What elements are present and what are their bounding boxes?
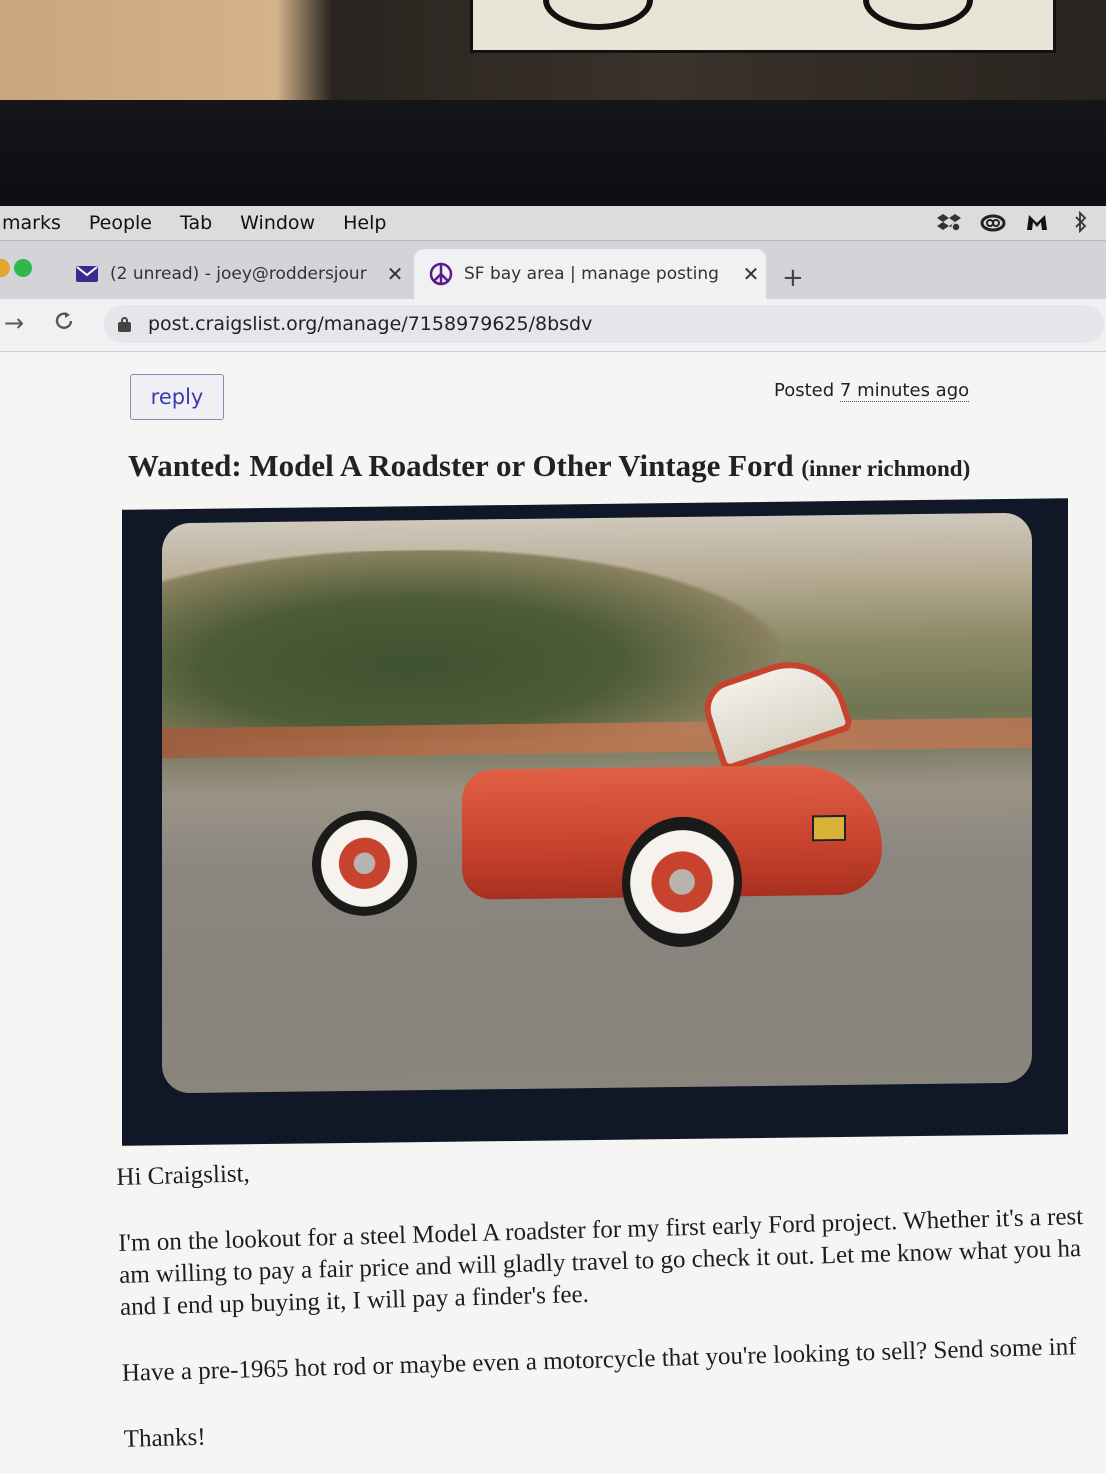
close-tab-icon[interactable]: ✕ xyxy=(736,262,766,286)
body-closing: Thanks! xyxy=(123,1423,207,1453)
tab-craigslist-title: SF bay area | manage posting xyxy=(464,264,719,284)
tab-mail-title: (2 unread) - joey@roddersjour xyxy=(110,264,367,284)
posted-prefix: Posted xyxy=(774,380,835,401)
posting-body: Hi Craigslist, I'm on the lookout for a … xyxy=(116,1134,1106,1474)
menu-people[interactable]: People xyxy=(75,212,166,234)
tab-craigslist[interactable]: SF bay area | manage posting ✕ xyxy=(414,249,766,299)
menu-help[interactable]: Help xyxy=(329,212,400,234)
zoom-window-button[interactable] xyxy=(14,259,32,277)
browser-toolbar: → post.craigslist.org/manage/7158979625/… xyxy=(0,299,1106,352)
photo-front-wheel xyxy=(312,810,417,917)
menu-bookmarks[interactable]: marks xyxy=(0,212,75,234)
url-text[interactable]: post.craigslist.org/manage/7158979625/8b… xyxy=(148,313,592,335)
menubar-status-icons xyxy=(936,211,1094,233)
lock-icon xyxy=(118,317,132,332)
peace-icon xyxy=(428,262,454,286)
dropbox-icon[interactable] xyxy=(936,211,962,233)
address-bar[interactable]: post.craigslist.org/manage/7158979625/8b… xyxy=(104,305,1104,343)
reload-icon[interactable] xyxy=(52,309,76,339)
tab-mail[interactable]: (2 unread) - joey@roddersjour ✕ xyxy=(60,249,410,299)
wall-picture-frame xyxy=(470,0,1056,53)
roadster-photo xyxy=(162,512,1032,1094)
photo-hillside xyxy=(162,545,782,744)
posted-time: Posted 7 minutes ago xyxy=(774,380,970,402)
posting-title: Wanted: Model A Roadster or Other Vintag… xyxy=(128,448,1088,484)
body-paragraph-1: I'm on the lookout for a steel Model A r… xyxy=(118,1200,1106,1324)
posting-image[interactable] xyxy=(122,498,1068,1146)
posting-page: reply Posted 7 minutes ago Wanted: Model… xyxy=(0,352,1106,1474)
malwarebytes-icon[interactable] xyxy=(1024,211,1050,233)
minimize-window-button[interactable] xyxy=(0,259,10,277)
reply-button[interactable]: reply xyxy=(130,374,224,420)
frame-wheel-right xyxy=(863,0,973,30)
close-tab-icon[interactable]: ✕ xyxy=(380,262,410,286)
body-paragraph-2: Have a pre-1965 hot rod or maybe even a … xyxy=(121,1333,1077,1387)
room-background xyxy=(0,0,1106,105)
browser-screen: marks People Tab Window Help (2 unread) … xyxy=(0,206,1106,1474)
forward-icon[interactable]: → xyxy=(4,309,24,337)
mail-icon xyxy=(74,266,100,282)
mac-menubar: marks People Tab Window Help xyxy=(0,206,1106,241)
monitor-bezel xyxy=(0,100,1106,210)
new-tab-button[interactable]: + xyxy=(782,263,804,293)
creative-cloud-icon[interactable] xyxy=(980,211,1006,233)
tab-strip: (2 unread) - joey@roddersjour ✕ SF bay a… xyxy=(0,241,1106,299)
posting-title-text: Wanted: Model A Roadster or Other Vintag… xyxy=(128,448,794,483)
frame-wheel-left xyxy=(543,0,653,30)
photo-rear-wheel xyxy=(622,816,742,948)
bluetooth-icon[interactable] xyxy=(1068,211,1094,233)
posted-ago: 7 minutes ago xyxy=(839,380,970,402)
photo-license-plate xyxy=(812,814,846,842)
menu-window[interactable]: Window xyxy=(226,212,329,234)
posting-location: (inner richmond) xyxy=(801,456,971,481)
menu-tab[interactable]: Tab xyxy=(166,212,226,234)
